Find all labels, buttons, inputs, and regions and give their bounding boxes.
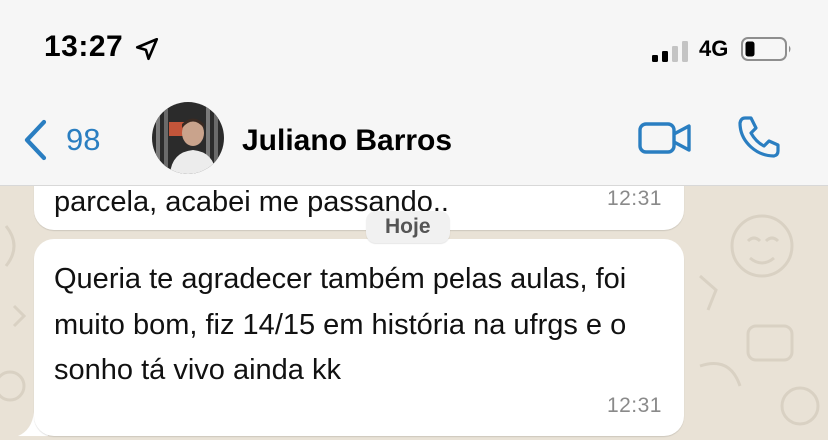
phone-icon[interactable] bbox=[736, 114, 782, 160]
contact-name[interactable]: Juliano Barros bbox=[242, 124, 452, 158]
message-text: Queria te agradecer também pelas aulas, … bbox=[54, 263, 635, 386]
network-type: 4G bbox=[699, 36, 729, 61]
chat-header: 13:27 4G 98 Juliano Barros bbox=[0, 0, 828, 186]
avatar-photo bbox=[152, 102, 224, 174]
unread-count: 98 bbox=[66, 122, 101, 157]
chevron-left-icon bbox=[24, 119, 47, 161]
back-button[interactable]: 98 bbox=[22, 116, 100, 164]
chat-area[interactable]: parcela, acabei me passando.. 12:31 Quer… bbox=[0, 186, 828, 440]
signal-bars-icon bbox=[652, 41, 688, 62]
location-arrow-icon bbox=[135, 37, 159, 61]
message-time: 12:31 bbox=[606, 394, 662, 417]
message-bubble-previous[interactable]: parcela, acabei me passando.. 12:31 bbox=[34, 186, 684, 230]
battery-low-icon bbox=[741, 37, 791, 61]
video-camera-icon[interactable] bbox=[638, 118, 692, 158]
message-bubble-received[interactable]: Queria te agradecer também pelas aulas, … bbox=[34, 239, 684, 436]
contact-avatar[interactable] bbox=[152, 102, 224, 174]
message-time: 12:31 bbox=[606, 187, 662, 210]
status-time: 13:27 bbox=[44, 30, 124, 63]
date-separator: Hoje bbox=[366, 211, 450, 243]
